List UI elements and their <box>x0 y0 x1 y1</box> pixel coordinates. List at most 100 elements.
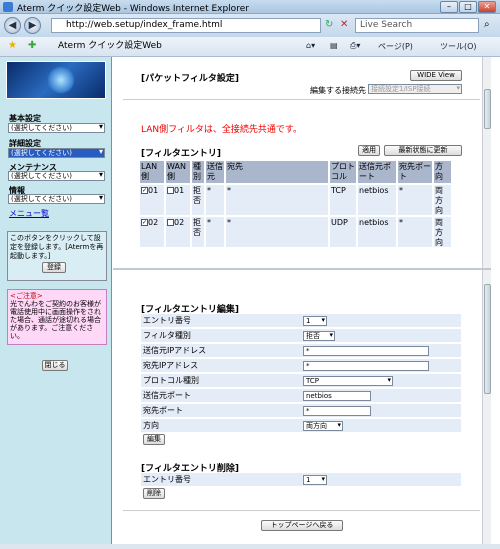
aterm-logo <box>6 61 106 99</box>
edit-target-label: 編集する接続先 <box>310 86 366 95</box>
col-sport: 送信元ポート <box>357 160 397 184</box>
status-bar <box>0 544 500 549</box>
field-label: 宛先IPアドレス <box>143 361 199 370</box>
ie-icon <box>3 2 13 12</box>
caution-box: <ご注意> 光でんわをご契約のお客様が電話使用中に画面操作をされた場合、通話が途… <box>7 289 107 345</box>
window-title: Aterm クイック設定Web - Windows Internet Explo… <box>17 4 249 14</box>
col-lan: LAN側 <box>139 160 165 184</box>
col-dir: 方向 <box>433 160 452 184</box>
stop-icon[interactable]: ✕ <box>340 19 348 30</box>
add-favorite-icon[interactable]: ✚ <box>28 40 36 51</box>
nav-maintenance-select[interactable]: (選択してください) <box>8 171 105 181</box>
back-icon[interactable]: ◀ <box>4 17 21 34</box>
home-icon[interactable]: ⌂▾ <box>306 41 315 50</box>
table-header: LAN側 WAN側 種別 送信元 宛先 プロトコル 送信元ポート 宛先ポート 方… <box>139 160 462 184</box>
field-label: 送信元ポート <box>143 391 191 400</box>
cell-proto: UDP <box>329 216 357 248</box>
entry-number-select[interactable]: 1 <box>303 316 327 326</box>
tab-current[interactable]: Aterm クイック設定Web <box>44 39 244 55</box>
cell-dport: * <box>397 216 433 248</box>
lan-filter-notice: LAN側フィルタは、全接続先共通です。 <box>141 125 303 135</box>
maximize-button[interactable]: □ <box>459 1 477 13</box>
caution-title: <ご注意> <box>10 292 43 300</box>
bottom-frame-scrollbar[interactable] <box>482 270 491 544</box>
field-row-filter-type: フィルタ種別 拒否 <box>141 329 461 343</box>
wan-checkbox[interactable] <box>167 219 174 226</box>
url-input[interactable]: http://web.setup/index_frame.html <box>51 18 321 33</box>
close-button[interactable]: 閉じる <box>42 360 68 371</box>
src-port-input[interactable]: netbios <box>303 391 371 401</box>
field-label: エントリ番号 <box>143 475 191 484</box>
cell-dst: * <box>225 216 329 248</box>
edit-target-select[interactable]: 接続設定1/ISP接続 <box>368 84 462 94</box>
page-menu[interactable]: ページ(P) <box>378 41 413 52</box>
cell-proto: TCP <box>329 184 357 216</box>
scroll-thumb[interactable] <box>484 89 491 129</box>
cell-dport: * <box>397 184 433 216</box>
cell-dir: 両方向 <box>433 216 452 248</box>
search-input[interactable]: Live Search <box>355 18 479 33</box>
field-label: フィルタ種別 <box>143 331 191 340</box>
caution-text: 光でんわをご契約のお客様が電話使用中に画面操作をされた場合、通話が途切れる場合が… <box>10 300 101 340</box>
top-page-button[interactable]: トップページへ戻る <box>261 520 343 531</box>
col-dport: 宛先ポート <box>397 160 433 184</box>
cell-dst: * <box>225 184 329 216</box>
field-row-protocol: プロトコル種別 TCP <box>141 374 461 388</box>
register-button[interactable]: 登録 <box>42 262 66 273</box>
scroll-thumb[interactable] <box>484 284 491 394</box>
col-wan: WAN側 <box>165 160 191 184</box>
forward-icon[interactable]: ▶ <box>24 17 41 34</box>
favorites-icon[interactable]: ★ <box>8 40 17 51</box>
col-dst: 宛先 <box>225 160 329 184</box>
nav-info-select[interactable]: (選択してください) <box>8 194 105 204</box>
divider <box>123 510 480 511</box>
field-label: エントリ番号 <box>143 316 191 325</box>
page-title: [パケットフィルタ設定] <box>141 74 240 84</box>
feeds-icon[interactable]: ▤ <box>330 41 338 50</box>
dst-ip-input[interactable]: * <box>303 361 429 371</box>
src-ip-input[interactable]: * <box>303 346 429 356</box>
print-icon[interactable]: ⎙▾ <box>350 41 360 51</box>
col-type: 種別 <box>191 160 205 184</box>
field-row-delete-entry: エントリ番号 1 <box>141 473 461 487</box>
register-info: このボタンをクリックして設定を登録します。[Atermを再起動します。] <box>7 231 107 281</box>
nav-basic-select[interactable]: (選択してください) <box>8 123 105 133</box>
col-src: 送信元 <box>205 160 225 184</box>
table-row: ✓01 01 拒否 * * TCP netbios * 両方向 <box>139 184 462 216</box>
wide-view-button[interactable]: WIDE View <box>410 70 462 81</box>
field-label: 方向 <box>143 421 159 430</box>
top-frame-scrollbar[interactable] <box>482 57 491 268</box>
cell-type: 拒否 <box>191 184 205 216</box>
refresh-icon[interactable]: ↻ <box>325 19 333 30</box>
lan-checkbox[interactable]: ✓ <box>141 187 148 194</box>
tools-menu[interactable]: ツール(O) <box>440 41 477 52</box>
edit-button[interactable]: 編集 <box>143 434 165 445</box>
field-label: 送信元IPアドレス <box>143 346 207 355</box>
minimize-button[interactable]: – <box>440 1 458 13</box>
close-window-button[interactable]: ✕ <box>478 1 496 13</box>
cell-type: 拒否 <box>191 216 205 248</box>
wan-checkbox[interactable] <box>167 187 174 194</box>
field-row-src-ip: 送信元IPアドレス * <box>141 344 461 358</box>
lan-checkbox[interactable]: ✓ <box>141 219 148 226</box>
search-icon[interactable]: ⌕ <box>484 19 490 30</box>
refresh-status-button[interactable]: 最新状態に更新 <box>384 145 462 156</box>
cell-src: * <box>205 216 225 248</box>
field-row-dst-ip: 宛先IPアドレス * <box>141 359 461 373</box>
apply-button[interactable]: 適用 <box>358 145 380 156</box>
delete-button[interactable]: 削除 <box>143 488 165 499</box>
field-row-src-port: 送信元ポート netbios <box>141 389 461 403</box>
table-row: ✓02 02 拒否 * * UDP netbios * 両方向 <box>139 216 462 248</box>
field-label: プロトコル種別 <box>143 376 199 385</box>
menu-list-link[interactable]: メニュー覧 <box>9 208 49 219</box>
direction-select[interactable]: 両方向 <box>303 421 343 431</box>
protocol-select[interactable]: TCP <box>303 376 393 386</box>
divider <box>123 99 480 100</box>
delete-entry-select[interactable]: 1 <box>303 475 327 485</box>
window-titlebar: Aterm クイック設定Web - Windows Internet Explo… <box>0 0 500 14</box>
filter-type-select[interactable]: 拒否 <box>303 331 335 341</box>
cell-src: * <box>205 184 225 216</box>
dst-port-input[interactable]: * <box>303 406 371 416</box>
col-proto: プロトコル <box>329 160 357 184</box>
nav-advanced-select[interactable]: (選択してください) <box>8 148 105 158</box>
